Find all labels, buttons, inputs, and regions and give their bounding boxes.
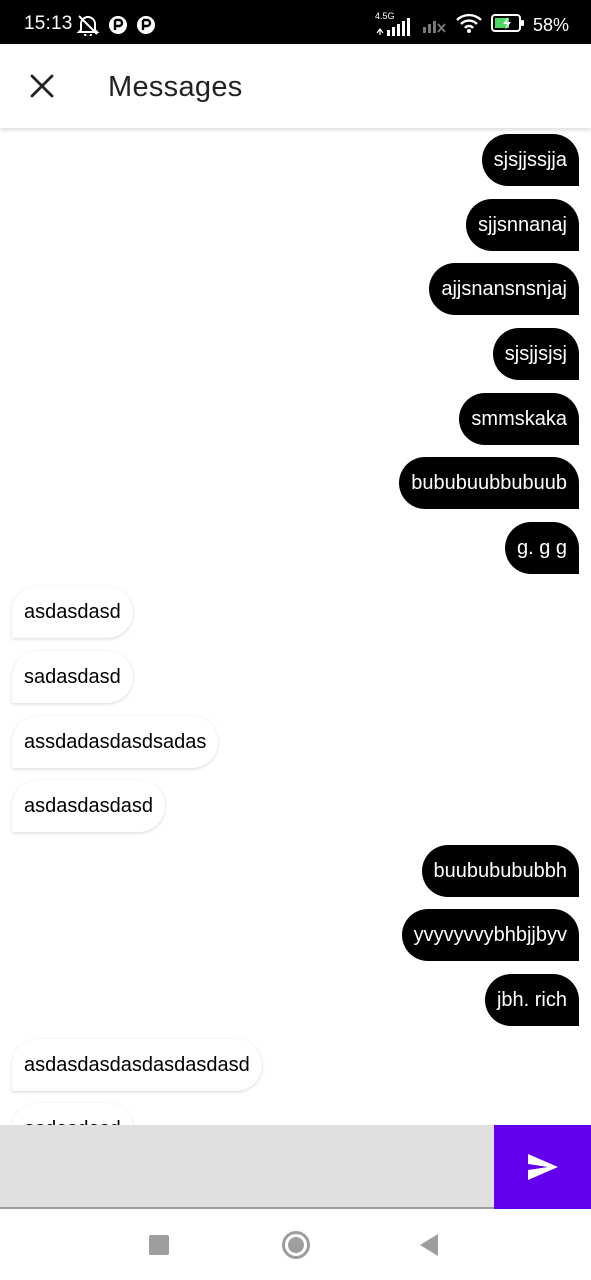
message-input[interactable] — [0, 1125, 494, 1207]
system-nav-bar — [0, 1209, 591, 1280]
battery-percent: 58% — [532, 15, 569, 35]
close-icon — [30, 74, 54, 98]
status-bar: 15:13 4.5G 58% — [0, 0, 591, 44]
message-bubble-sent: sjsjjssjja — [481, 134, 579, 186]
message-bubble-sent: bububuubbubuub — [399, 457, 579, 509]
message-bubble-received: asdasdasdasdasdasdasd — [12, 1039, 262, 1091]
signal-icon: 4.5G — [375, 11, 413, 37]
message-bubble-sent: g. g g — [504, 522, 579, 574]
back-icon[interactable] — [420, 1234, 438, 1256]
home-icon[interactable] — [282, 1231, 310, 1259]
message-bubble-sent: yvyvyvvybhbjjbyv — [401, 909, 579, 961]
message-bubble-received: sadasdasd — [12, 651, 133, 703]
message-bubble-received: asdasdasd — [12, 586, 133, 638]
status-time: 15:13 — [24, 13, 73, 34]
close-button[interactable] — [22, 66, 62, 106]
message-bubble-sent: jbh. rich — [484, 974, 579, 1026]
no-signal-icon — [421, 12, 447, 39]
message-bubble-received: asdasdasdasd — [12, 780, 165, 832]
mute-bell-icon — [76, 14, 100, 41]
message-bubble-sent: smmskaka — [459, 393, 579, 445]
composer-bar — [0, 1125, 591, 1209]
page-title: Messages — [108, 71, 243, 103]
message-bubble-sent: buububububbh — [421, 845, 579, 897]
message-bubble-sent: sjsjjsjsj — [492, 328, 579, 380]
app-bar: Messages — [0, 44, 591, 128]
app-notification-icon — [108, 15, 128, 40]
message-list[interactable]: sjsjjssjja sjjsnnanaj ajjsnansnsnjaj sjs… — [0, 128, 591, 1125]
message-bubble-sent: sjjsnnanaj — [466, 199, 579, 251]
recent-apps-icon[interactable] — [149, 1235, 169, 1255]
app-notification-icon — [136, 15, 156, 40]
message-bubble-received: assdadasdasdsadas — [12, 716, 219, 768]
battery-charging-icon — [490, 13, 525, 38]
send-icon — [527, 1154, 558, 1180]
wifi-icon — [455, 12, 483, 39]
message-bubble-sent: ajjsnansnsnjaj — [429, 263, 579, 315]
message-bubble-received: asdasdasd — [12, 1103, 133, 1125]
send-button[interactable] — [494, 1125, 591, 1209]
